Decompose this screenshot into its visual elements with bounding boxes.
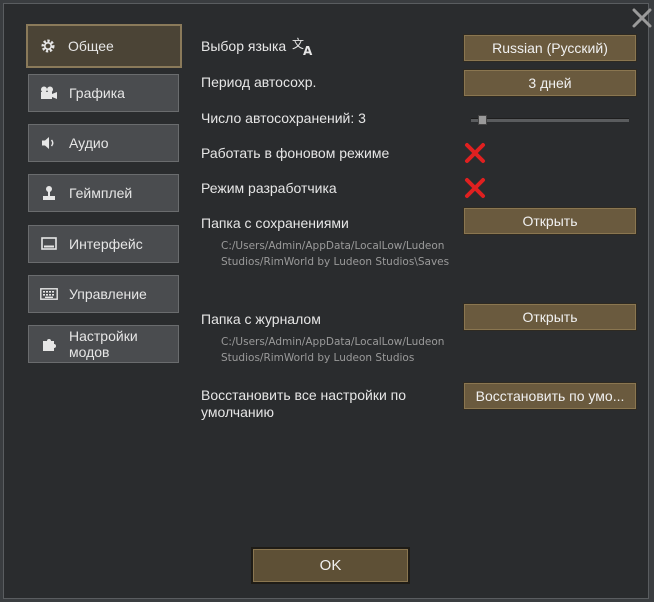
language-select-button[interactable]: Russian (Русский) <box>463 34 637 62</box>
monitor-icon <box>39 237 59 251</box>
sidebar-item-mod-settings[interactable]: Настройки модов <box>28 325 179 363</box>
camera-icon <box>39 86 59 100</box>
language-label: Выбор языка <box>201 38 287 54</box>
speaker-icon <box>39 136 59 150</box>
translate-icon: 文 A <box>292 36 316 61</box>
sidebar-item-label: Общее <box>68 38 114 54</box>
open-save-folder-button[interactable]: Открыть <box>463 207 637 235</box>
gear-icon <box>38 38 58 54</box>
keyboard-icon <box>39 288 59 300</box>
sidebar-item-interface[interactable]: Интерфейс <box>28 225 179 263</box>
sidebar-item-label: Интерфейс <box>69 236 143 252</box>
joystick-icon <box>39 185 59 201</box>
reset-defaults-button[interactable]: Восстановить по умо... <box>463 382 637 410</box>
reset-settings-label: Восстановить все настройки по умолчанию <box>201 387 407 420</box>
sidebar-item-label: Настройки модов <box>69 328 138 360</box>
autosave-period-label: Период автосохр. <box>201 74 317 90</box>
autosave-period-button[interactable]: 3 дней <box>463 69 637 97</box>
close-icon[interactable] <box>630 6 654 30</box>
autosave-count-label: Число автосохранений: 3 <box>201 110 366 126</box>
sidebar-item-label: Графика <box>69 85 125 101</box>
sidebar-item-controls[interactable]: Управление <box>28 275 179 313</box>
sidebar-item-label: Геймплей <box>69 185 133 201</box>
background-run-label: Работать в фоновом режиме <box>201 145 390 161</box>
sidebar-item-audio[interactable]: Аудио <box>28 124 179 162</box>
ok-button[interactable]: OK <box>251 547 410 584</box>
open-log-folder-button[interactable]: Открыть <box>463 303 637 331</box>
log-folder-label: Папка с журналом <box>201 311 321 327</box>
sidebar-item-general[interactable]: Общее <box>26 24 182 68</box>
log-folder-path: C:/Users/Admin/AppData/LocalLow/Ludeon S… <box>221 336 445 364</box>
sidebar-item-label: Аудио <box>69 135 109 151</box>
autosave-count-slider-track[interactable] <box>471 118 629 122</box>
sidebar-item-gameplay[interactable]: Геймплей <box>28 174 179 212</box>
dev-mode-label: Режим разработчика <box>201 180 337 196</box>
settings-dialog: Общее Графика Аудио Геймплей Интерфейс У… <box>3 3 652 599</box>
background-run-checkbox[interactable] <box>464 142 486 164</box>
puzzle-icon <box>39 336 59 352</box>
sidebar-item-label: Управление <box>69 286 147 302</box>
svg-text:A: A <box>303 44 313 56</box>
autosave-count-slider-thumb[interactable] <box>478 115 487 125</box>
sidebar-item-graphics[interactable]: Графика <box>28 74 179 112</box>
save-folder-label: Папка с сохранениями <box>201 215 349 231</box>
save-folder-path: C:/Users/Admin/AppData/LocalLow/Ludeon S… <box>221 240 450 268</box>
dev-mode-checkbox[interactable] <box>464 177 486 199</box>
